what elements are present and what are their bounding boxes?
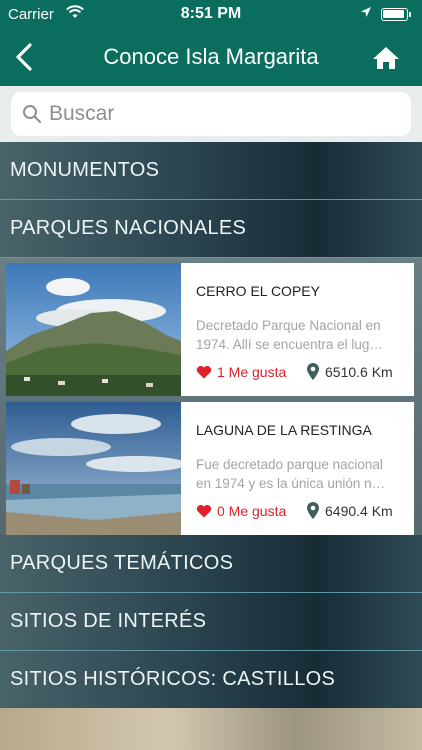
search-icon bbox=[21, 103, 43, 125]
location-arrow-icon bbox=[360, 6, 372, 21]
category-label: PARQUES TEMÁTICOS bbox=[10, 552, 234, 574]
map-pin-icon bbox=[307, 363, 319, 380]
search-box[interactable] bbox=[11, 92, 411, 136]
page-title: Conoce Isla Margarita bbox=[103, 44, 319, 69]
beach-photo bbox=[6, 402, 181, 535]
map-pin-icon bbox=[307, 502, 319, 519]
chevron-left-icon bbox=[16, 43, 32, 71]
battery-icon bbox=[381, 8, 411, 21]
likes-count: 1 Me gusta bbox=[217, 364, 287, 380]
category-monumentos[interactable]: MONUMENTOS bbox=[0, 142, 422, 200]
item-description: Fue decretado parque nacional en 1974 y … bbox=[196, 455, 401, 493]
item-description-line: Decretado Parque Nacional en bbox=[196, 318, 381, 333]
distance: 6490.4 Km bbox=[307, 502, 393, 519]
likes-count: 0 Me gusta bbox=[217, 503, 287, 519]
category-label: SITIOS DE INTERÉS bbox=[10, 610, 207, 632]
back-button[interactable] bbox=[6, 38, 42, 76]
item-description: Decretado Parque Nacional en 1974. Allí … bbox=[196, 316, 401, 354]
category-parques-nacionales[interactable]: PARQUES NACIONALES bbox=[0, 200, 422, 258]
like-button[interactable]: 1 Me gusta bbox=[196, 364, 286, 380]
home-button[interactable] bbox=[368, 40, 404, 76]
distance: 6510.6 Km bbox=[307, 363, 393, 380]
list-item-cerro-el-copey[interactable]: CERRO EL COPEY Decretado Parque Nacional… bbox=[6, 263, 414, 396]
home-icon bbox=[373, 47, 399, 69]
like-button[interactable]: 0 Me gusta bbox=[196, 503, 286, 519]
category-parques-tematicos[interactable]: PARQUES TEMÁTICOS bbox=[0, 535, 422, 593]
clock: 8:51 PM bbox=[180, 5, 242, 22]
heart-icon bbox=[196, 365, 212, 379]
search-input[interactable] bbox=[49, 102, 389, 126]
item-title: LAGUNA DE LA RESTINGA bbox=[196, 422, 372, 438]
item-description-line: 1974. Allí se encuentra el lug… bbox=[196, 337, 383, 352]
nav-bar: Conoce Isla Margarita bbox=[0, 28, 422, 86]
distance-value: 6510.6 Km bbox=[325, 363, 393, 380]
status-bar: Carrier 8:51 PM bbox=[0, 0, 422, 28]
next-category-partial[interactable] bbox=[0, 708, 422, 750]
items-list: CERRO EL COPEY Decretado Parque Nacional… bbox=[0, 258, 422, 535]
search-bar bbox=[0, 86, 422, 142]
item-description-line: Fue decretado parque nacional bbox=[196, 457, 383, 472]
item-title: CERRO EL COPEY bbox=[196, 283, 320, 299]
distance-value: 6490.4 Km bbox=[325, 502, 393, 519]
item-description-line: en 1974 y es la única unión n… bbox=[196, 476, 386, 491]
category-label: MONUMENTOS bbox=[10, 159, 160, 181]
category-label: SITIOS HISTÓRICOS: CASTILLOS bbox=[10, 668, 336, 690]
list-item-laguna-de-la-restinga[interactable]: LAGUNA DE LA RESTINGA Fue decretado parq… bbox=[6, 402, 414, 535]
heart-icon bbox=[196, 504, 212, 518]
category-label: PARQUES NACIONALES bbox=[10, 217, 247, 239]
category-sitios-de-interes[interactable]: SITIOS DE INTERÉS bbox=[0, 593, 422, 651]
category-sitios-historicos-castillos[interactable]: SITIOS HISTÓRICOS: CASTILLOS bbox=[0, 651, 422, 709]
mountain-photo bbox=[6, 263, 181, 396]
